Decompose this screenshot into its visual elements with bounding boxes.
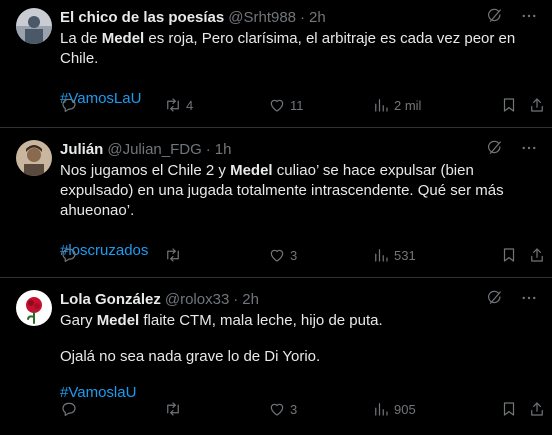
heart-icon — [270, 403, 284, 416]
views-count: 905 — [394, 401, 416, 417]
author-handle[interactable]: @Julian_FDG — [107, 141, 201, 158]
action-bar: 3 905 — [60, 399, 544, 419]
grok-icon[interactable] — [486, 139, 504, 157]
views-button[interactable]: 905 — [372, 400, 416, 418]
bookmark-button[interactable] — [500, 246, 518, 264]
grok-icon[interactable] — [486, 289, 504, 307]
share-button[interactable] — [528, 400, 546, 418]
like-count: 3 — [290, 247, 298, 263]
avatar[interactable] — [16, 8, 52, 44]
like-count: 11 — [290, 97, 304, 113]
reply-icon — [62, 98, 76, 112]
retweet-count: 4 — [186, 97, 194, 113]
separator-dot: · — [205, 140, 211, 158]
views-count: 531 — [394, 247, 416, 263]
bookmark-icon — [503, 248, 515, 262]
heart-icon — [270, 99, 284, 112]
timestamp[interactable]: 2h — [242, 291, 259, 308]
retweet-button[interactable] — [164, 400, 186, 418]
share-icon — [531, 402, 543, 416]
bookmark-icon — [503, 98, 515, 112]
timestamp[interactable]: 2h — [309, 9, 326, 26]
grok-icon[interactable] — [486, 7, 504, 25]
reply-icon — [62, 248, 76, 262]
author-name[interactable]: Lola González — [60, 291, 161, 308]
tweet-text: Nos jugamos el Chile 2 y Medel culiao’ s… — [60, 162, 508, 219]
like-count: 3 — [290, 401, 298, 417]
tweet-text: La de Medel es roja, Pero clarísima, el … — [60, 30, 520, 67]
timeline-feed: El chico de las poesías @Srht988 · 2h La… — [0, 0, 552, 435]
more-icon[interactable] — [520, 289, 538, 307]
action-bar: 3 531 — [60, 245, 544, 265]
timestamp[interactable]: 1h — [215, 141, 232, 158]
retweet-button[interactable]: 4 — [164, 96, 193, 114]
more-icon[interactable] — [520, 139, 538, 157]
views-icon — [375, 403, 388, 416]
like-button[interactable]: 11 — [268, 96, 304, 114]
tweet[interactable]: Lola González @rolox33 · 2h Gary Medel f… — [0, 278, 552, 435]
tweet[interactable]: Julián @Julian_FDG · 1h Nos jugamos el C… — [0, 128, 552, 278]
views-count: 2 mil — [394, 97, 422, 113]
views-icon — [375, 249, 388, 262]
share-button[interactable] — [528, 246, 546, 264]
avatar[interactable] — [16, 140, 52, 176]
share-icon — [531, 98, 543, 112]
more-icon[interactable] — [520, 7, 538, 25]
heart-icon — [270, 249, 284, 262]
share-button[interactable] — [528, 96, 546, 114]
views-button[interactable]: 2 mil — [372, 96, 421, 114]
like-button[interactable]: 3 — [268, 246, 297, 264]
bookmark-icon — [503, 402, 515, 416]
views-button[interactable]: 531 — [372, 246, 416, 264]
reply-button[interactable] — [60, 400, 82, 418]
tweet[interactable]: El chico de las poesías @Srht988 · 2h La… — [0, 0, 552, 128]
retweet-button[interactable] — [164, 246, 186, 264]
reply-button[interactable] — [60, 246, 82, 264]
like-button[interactable]: 3 — [268, 400, 297, 418]
bookmark-button[interactable] — [500, 96, 518, 114]
author-handle[interactable]: @Srht988 — [228, 9, 296, 26]
separator-dot: · — [233, 290, 239, 308]
separator-dot: · — [300, 8, 306, 26]
author-handle[interactable]: @rolox33 — [165, 291, 229, 308]
tweet-text: Gary Medel flaite CTM, mala leche, hijo … — [60, 312, 383, 329]
reply-icon — [62, 402, 76, 416]
reply-button[interactable] — [60, 96, 82, 114]
views-icon — [375, 99, 388, 112]
bookmark-button[interactable] — [500, 400, 518, 418]
tweet-text-line: Ojalá no sea nada grave lo de Di Yorio. — [60, 348, 321, 365]
retweet-icon — [167, 248, 179, 262]
action-bar: 4 11 2 mil — [60, 95, 544, 115]
avatar[interactable] — [16, 290, 52, 326]
share-icon — [531, 248, 543, 262]
retweet-icon — [167, 402, 179, 416]
author-name[interactable]: El chico de las poesías — [60, 9, 224, 26]
author-name[interactable]: Julián — [60, 141, 103, 158]
retweet-icon — [167, 98, 179, 112]
